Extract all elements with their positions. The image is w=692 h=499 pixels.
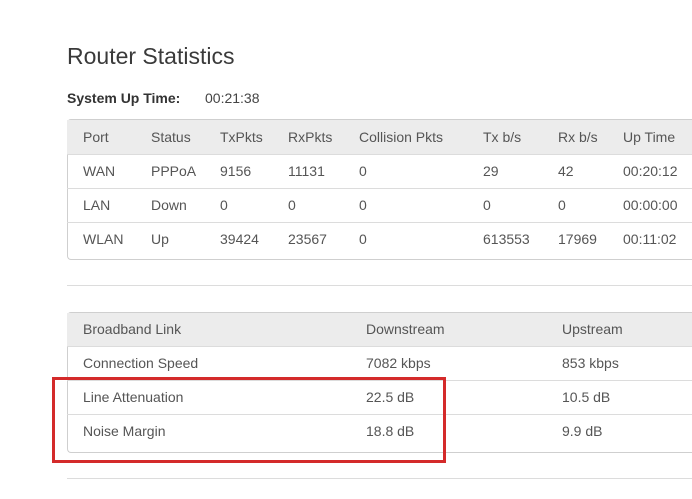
broadband-header-row: Broadband Link Downstream Upstream bbox=[67, 313, 692, 346]
cell-upstream: 853 kbps bbox=[546, 345, 692, 380]
cell-txpkts: 0 bbox=[204, 187, 272, 222]
col-header-txpkts: TxPkts bbox=[220, 128, 263, 145]
cell-tx-bps: 0 bbox=[467, 187, 542, 222]
port-stats-header-row: Port Status TxPkts RxPkts Collision Pkts… bbox=[67, 120, 692, 154]
table-row: LAN Down 0 0 0 0 0 00:00:00 bbox=[67, 187, 692, 222]
table-row: Connection Speed 7082 kbps 853 kbps bbox=[67, 345, 692, 380]
table-row: WLAN Up 39424 23567 0 613553 17969 00:11… bbox=[67, 221, 692, 256]
cell-rx-bps: 17969 bbox=[542, 221, 607, 256]
cell-status: Up bbox=[135, 221, 204, 256]
col-header-rxpkts: RxPkts bbox=[288, 128, 333, 145]
cell-rxpkts: 0 bbox=[272, 187, 343, 222]
cell-upstream: 10.5 dB bbox=[546, 379, 692, 414]
section-divider bbox=[67, 285, 692, 286]
cell-collision-pkts: 0 bbox=[343, 221, 467, 256]
system-uptime-label: System Up Time: bbox=[67, 90, 181, 106]
cell-status: Down bbox=[135, 187, 204, 222]
cell-tx-bps: 29 bbox=[467, 153, 542, 188]
col-header-status: Status bbox=[151, 128, 191, 145]
system-uptime-value: 00:21:38 bbox=[205, 90, 260, 106]
cell-rx-bps: 42 bbox=[542, 153, 607, 188]
col-header-up-time: Up Time bbox=[623, 128, 676, 145]
cell-port: WLAN bbox=[67, 221, 135, 256]
cell-collision-pkts: 0 bbox=[343, 153, 467, 188]
cell-downstream: 7082 kbps bbox=[350, 345, 546, 380]
cell-rxpkts: 11131 bbox=[272, 153, 343, 188]
col-header-upstream: Upstream bbox=[562, 321, 623, 338]
col-header-downstream: Downstream bbox=[366, 321, 445, 338]
page-title: Router Statistics bbox=[67, 43, 235, 69]
red-highlight-box bbox=[52, 377, 446, 463]
cell-rx-bps: 0 bbox=[542, 187, 607, 222]
cell-tx-bps: 613553 bbox=[467, 221, 542, 256]
port-stats-table: Port Status TxPkts RxPkts Collision Pkts… bbox=[67, 120, 692, 256]
col-header-rx-bps: Rx b/s bbox=[558, 128, 598, 145]
cell-up-time: 00:11:02 bbox=[607, 221, 692, 256]
cell-txpkts: 9156 bbox=[204, 153, 272, 188]
cell-port: WAN bbox=[67, 153, 135, 188]
cell-rxpkts: 23567 bbox=[272, 221, 343, 256]
cell-port: LAN bbox=[67, 187, 135, 222]
section-divider-bottom bbox=[67, 478, 692, 479]
cell-up-time: 00:00:00 bbox=[607, 187, 692, 222]
cell-metric: Connection Speed bbox=[67, 345, 350, 380]
cell-txpkts: 39424 bbox=[204, 221, 272, 256]
cell-upstream: 9.9 dB bbox=[546, 413, 692, 448]
cell-status: PPPoA bbox=[135, 153, 204, 188]
cell-collision-pkts: 0 bbox=[343, 187, 467, 222]
cell-up-time: 00:20:12 bbox=[607, 153, 692, 188]
col-header-collision-pkts: Collision Pkts bbox=[359, 128, 444, 145]
table-row: WAN PPPoA 9156 11131 0 29 42 00:20:12 bbox=[67, 153, 692, 188]
col-header-tx-bps: Tx b/s bbox=[483, 128, 522, 145]
col-header-port: Port bbox=[83, 128, 109, 145]
col-header-broadband-link: Broadband Link bbox=[83, 321, 182, 338]
